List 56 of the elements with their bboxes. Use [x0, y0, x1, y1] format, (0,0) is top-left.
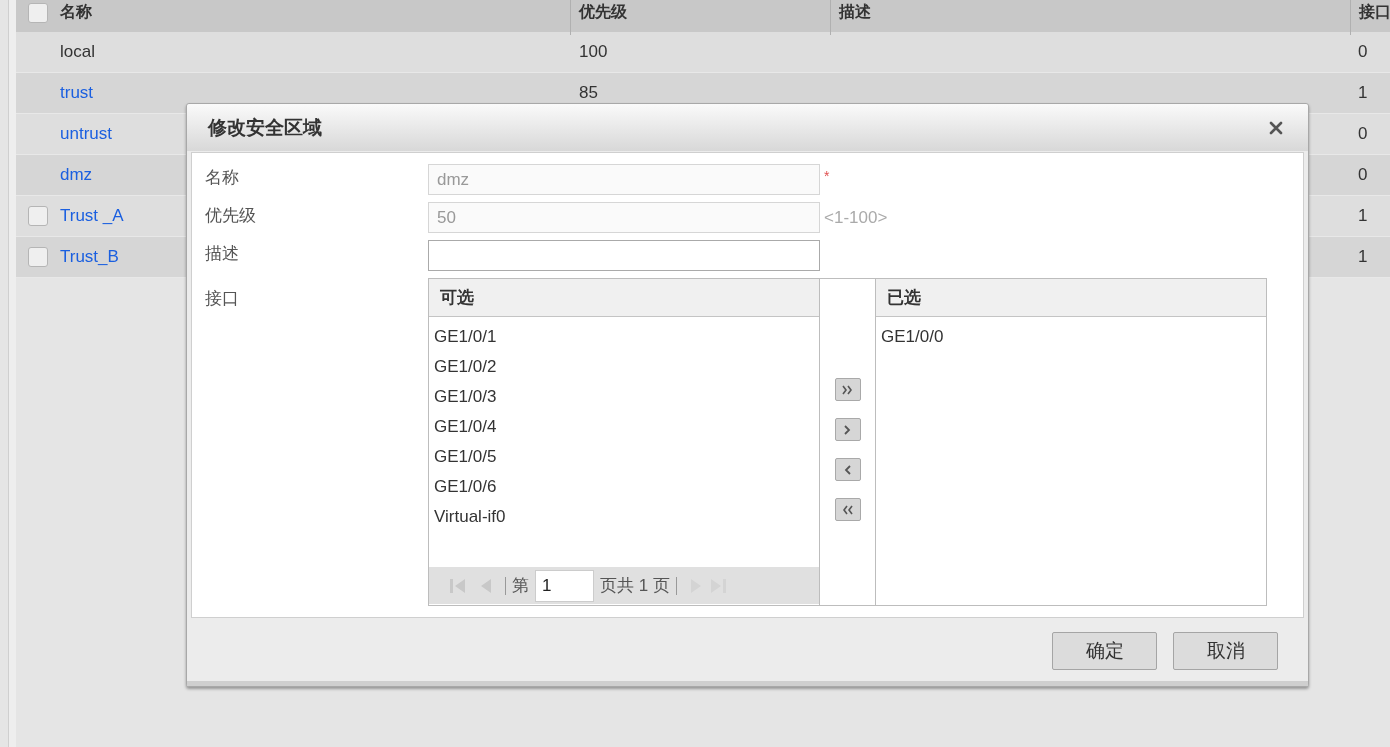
dialog-button[interactable]: 确定	[1052, 632, 1157, 670]
double-chevron-left-icon	[842, 504, 853, 515]
chevron-left-icon	[844, 464, 851, 475]
list-item[interactable]: GE1/0/3	[433, 384, 498, 410]
table-cell: 0	[1358, 42, 1368, 62]
column-header: 描述	[839, 2, 871, 22]
previous-page-icon	[479, 576, 493, 595]
table-cell: 0	[1358, 124, 1368, 144]
field-label: 优先级	[205, 205, 257, 227]
table-cell: 85	[579, 83, 598, 103]
list-item[interactable]: GE1/0/6	[433, 474, 498, 500]
pager-label: 页共 1 页	[600, 574, 670, 597]
remove-button[interactable]	[834, 458, 861, 481]
list-item[interactable]: GE1/0/2	[433, 354, 498, 380]
list-title: 可选	[440, 285, 474, 309]
table-cell: local	[60, 42, 95, 62]
list-item[interactable]: Virtual-if0	[433, 504, 507, 530]
page-number-field[interactable]: 1	[535, 569, 594, 602]
dialog-title: 修改安全区域	[208, 115, 322, 141]
zone-link[interactable]: trust	[60, 83, 94, 103]
add-button[interactable]	[834, 418, 861, 441]
field-label: 描述	[205, 243, 240, 265]
first-page-icon	[449, 576, 467, 595]
dialog-button[interactable]: 取消	[1173, 632, 1278, 670]
chevron-right-icon	[844, 424, 851, 435]
table-cell: 0	[1358, 165, 1368, 185]
pager-label: 第	[512, 574, 529, 597]
column-header: 名称	[60, 2, 92, 22]
zone-link[interactable]: dmz	[60, 165, 93, 185]
close-icon	[1269, 120, 1283, 135]
input-field[interactable]	[428, 240, 820, 271]
field-label: 接口	[205, 288, 240, 310]
add-all-button[interactable]	[834, 378, 861, 401]
field-label: 名称	[205, 167, 240, 189]
table-cell: 1	[1358, 83, 1368, 103]
zone-link[interactable]: untrust	[60, 124, 112, 144]
table-cell: 100	[579, 42, 608, 62]
column-header: 优先级	[579, 2, 627, 22]
checkbox[interactable]	[28, 206, 48, 226]
list-title: 已选	[887, 285, 921, 309]
required-mark: *	[824, 167, 830, 186]
close-button[interactable]	[1268, 119, 1284, 136]
checkbox[interactable]	[28, 3, 48, 23]
zone-link[interactable]: Trust _A	[60, 206, 124, 226]
list-item[interactable]: GE1/0/4	[433, 414, 498, 440]
checkbox[interactable]	[28, 247, 48, 267]
table-cell: 1	[1358, 247, 1368, 267]
zone-link[interactable]: Trust_B	[60, 247, 119, 267]
remove-all-button[interactable]	[834, 498, 861, 521]
list-item[interactable]: GE1/0/1	[433, 324, 498, 350]
list-item[interactable]: GE1/0/0	[880, 324, 945, 350]
range-hint: <1-100>	[824, 207, 888, 229]
table-cell: 1	[1358, 206, 1368, 226]
list-item[interactable]: GE1/0/5	[433, 444, 498, 470]
column-header: 接口	[1359, 2, 1390, 22]
double-chevron-right-icon	[842, 384, 853, 395]
